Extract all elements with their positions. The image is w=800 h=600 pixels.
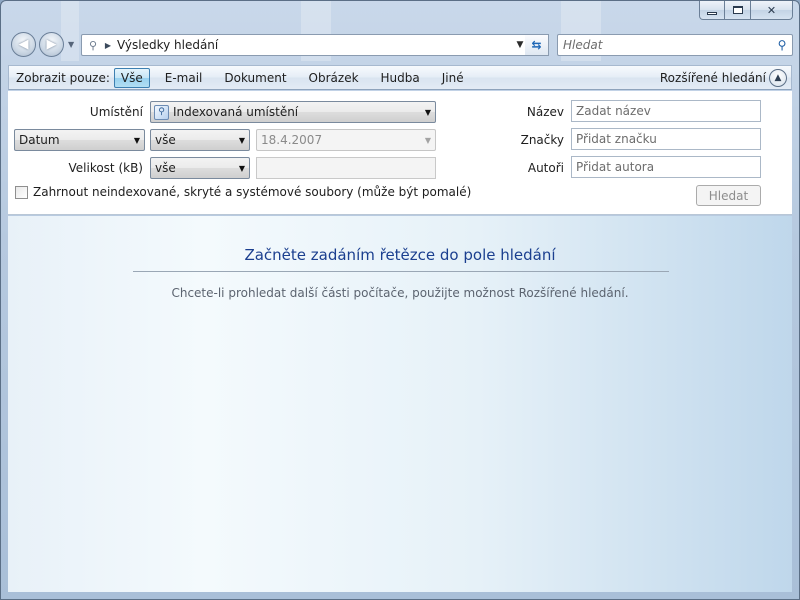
- date-condition-select[interactable]: vše ▼: [150, 129, 250, 151]
- search-window: ✕ ◀ ▶ ▼ ⚲ ▶ Výsledky hledání ▼ ⇆ ⚲ Zobra…: [0, 0, 800, 600]
- filter-all[interactable]: Vše: [113, 67, 150, 88]
- authors-field[interactable]: [571, 156, 761, 178]
- chevron-down-icon: ▼: [238, 163, 246, 173]
- authors-label: Autoři: [527, 161, 564, 175]
- divider: [133, 271, 669, 272]
- close-button[interactable]: ✕: [751, 1, 793, 20]
- arrow-left-icon: ◀: [18, 37, 29, 52]
- filter-music[interactable]: Hudba: [374, 68, 427, 88]
- filter-picture[interactable]: Obrázek: [302, 68, 366, 88]
- chevron-up-icon[interactable]: ▲: [769, 68, 787, 87]
- close-icon: ✕: [766, 3, 777, 17]
- filter-toolbar: Zobrazit pouze: Vše E-mail Dokument Obrá…: [8, 65, 792, 90]
- filter-label: Zobrazit pouze:: [16, 70, 110, 85]
- include-nonindexed-checkbox[interactable]: [15, 185, 28, 199]
- chevron-down-icon: ▼: [424, 135, 432, 145]
- breadcrumb-chevron-icon[interactable]: ▶: [102, 41, 114, 50]
- include-nonindexed-label[interactable]: Zahrnout neindexované, skryté a systémov…: [33, 185, 471, 199]
- advanced-search-label: Rozšířené hledání: [659, 70, 766, 85]
- address-path[interactable]: Výsledky hledání: [114, 38, 512, 52]
- back-button[interactable]: ◀: [11, 32, 36, 57]
- location-select[interactable]: ⚲ Indexovaná umístění ▼: [150, 101, 436, 123]
- refresh-icon: ⇆: [531, 38, 542, 52]
- tags-label: Značky: [520, 133, 564, 147]
- arrow-right-icon: ▶: [46, 37, 57, 52]
- chevron-down-icon: ▼: [424, 107, 432, 117]
- name-label: Název: [526, 105, 564, 119]
- results-title: Začněte zadáním řetězce do pole hledání: [244, 246, 556, 264]
- minimize-button[interactable]: [699, 1, 725, 20]
- search-box: ⚲: [557, 34, 793, 56]
- caption-buttons: ✕: [699, 1, 793, 20]
- filter-other[interactable]: Jiné: [435, 68, 471, 88]
- refresh-button[interactable]: ⇆: [525, 34, 549, 56]
- forward-button[interactable]: ▶: [39, 32, 64, 57]
- search-button: Hledat: [696, 185, 761, 206]
- date-value-picker: 18.4.2007 ▼: [256, 129, 436, 151]
- search-folder-icon: ⚲: [88, 38, 98, 52]
- results-area: Začněte zadáním řetězce do pole hledání …: [8, 216, 792, 592]
- location-label: Umístění: [89, 105, 143, 119]
- maximize-button[interactable]: [725, 1, 751, 20]
- maximize-icon: [732, 6, 743, 14]
- address-bar[interactable]: ⚲ ▶ Výsledky hledání ▼: [81, 34, 529, 56]
- chevron-down-icon: ▼: [238, 135, 246, 145]
- search-icon[interactable]: ⚲: [772, 38, 792, 52]
- tags-field[interactable]: [571, 128, 761, 150]
- name-field[interactable]: [571, 100, 761, 122]
- minimize-icon: [707, 11, 717, 15]
- indexed-locations-icon: ⚲: [154, 104, 169, 120]
- results-hint: Chcete-li prohledat další části počítače…: [171, 286, 629, 300]
- advanced-search-toggle[interactable]: Rozšířené hledání ▲: [659, 68, 791, 87]
- navigation-bar: ◀ ▶ ▼ ⚲ ▶ Výsledky hledání ▼ ⇆ ⚲: [9, 32, 793, 58]
- chevron-down-icon: ▼: [133, 135, 141, 145]
- advanced-search-pane: Umístění ⚲ Indexovaná umístění ▼ Datum ▼…: [8, 91, 792, 215]
- recent-pages-dropdown[interactable]: ▼: [68, 40, 74, 49]
- include-nonindexed-row[interactable]: Zahrnout neindexované, skryté a systémov…: [15, 185, 471, 199]
- filter-email[interactable]: E-mail: [158, 68, 210, 88]
- size-condition-select[interactable]: vše ▼: [150, 157, 250, 179]
- date-field-select[interactable]: Datum ▼: [14, 129, 145, 151]
- filter-document[interactable]: Dokument: [217, 68, 293, 88]
- search-input[interactable]: [558, 36, 772, 54]
- size-label: Velikost (kB): [68, 161, 143, 175]
- size-value-field: [256, 157, 436, 179]
